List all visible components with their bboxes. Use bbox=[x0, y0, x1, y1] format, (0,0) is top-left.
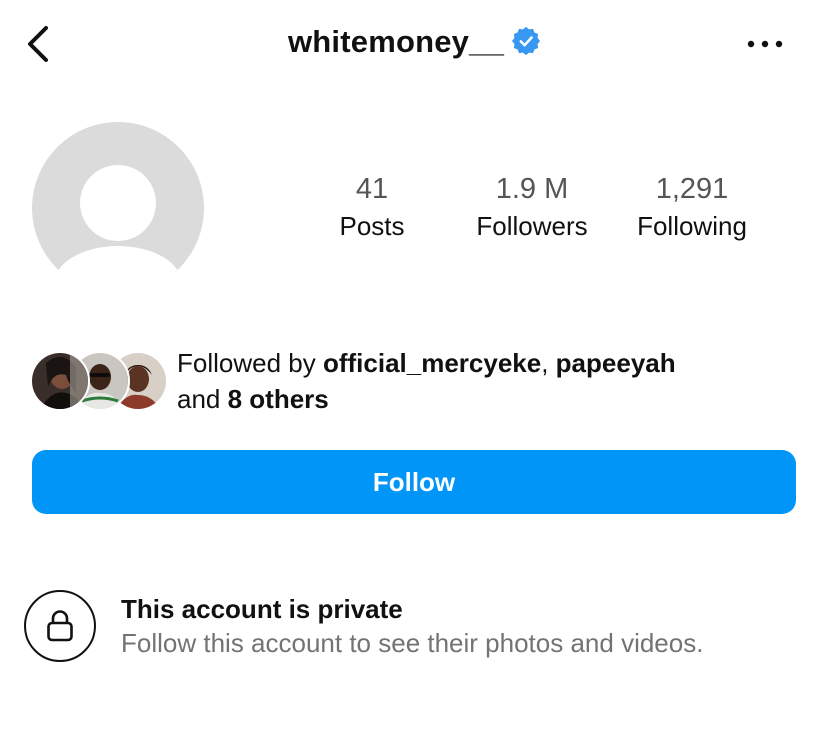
stat-following[interactable]: 1,291 Following bbox=[607, 170, 777, 244]
followers-count: 1.9 M bbox=[495, 173, 569, 205]
posts-label: Posts bbox=[339, 211, 405, 241]
username-title: whitemoney__ bbox=[287, 24, 505, 59]
private-account-title: This account is private bbox=[121, 594, 403, 624]
followed-by-and: and bbox=[177, 384, 228, 414]
mutual-username[interactable]: official_mercyeke bbox=[323, 348, 541, 378]
mutual-followers-avatars[interactable] bbox=[30, 350, 170, 412]
more-options-button[interactable] bbox=[738, 26, 792, 62]
lock-icon bbox=[47, 610, 73, 642]
private-account-subtitle: Follow this account to see their photos … bbox=[121, 628, 704, 658]
followers-label: Followers bbox=[476, 211, 588, 241]
following-label: Following bbox=[637, 211, 747, 241]
followed-by-separator: , bbox=[541, 348, 556, 378]
follow-button[interactable]: Follow bbox=[32, 450, 796, 514]
posts-count: 41 bbox=[355, 173, 389, 205]
verified-badge-icon bbox=[512, 27, 541, 55]
header-title: whitemoney__ bbox=[0, 24, 828, 60]
profile-avatar[interactable] bbox=[32, 122, 204, 294]
more-horizontal-icon bbox=[747, 40, 783, 48]
stat-followers[interactable]: 1.9 M Followers bbox=[447, 170, 617, 244]
mutual-avatar bbox=[30, 351, 90, 411]
profile-header: whitemoney__ bbox=[0, 0, 828, 92]
followed-by-text[interactable]: Followed by official_mercyeke, papeeyah a… bbox=[177, 345, 807, 417]
mutual-username[interactable]: papeeyah bbox=[556, 348, 676, 378]
followed-by-prefix: Followed by bbox=[177, 348, 323, 378]
default-avatar-icon bbox=[54, 165, 182, 294]
following-count: 1,291 bbox=[655, 173, 729, 205]
lock-icon-circle bbox=[24, 590, 96, 662]
stat-posts[interactable]: 41 Posts bbox=[287, 170, 457, 244]
mutual-others-count[interactable]: 8 others bbox=[228, 384, 329, 414]
